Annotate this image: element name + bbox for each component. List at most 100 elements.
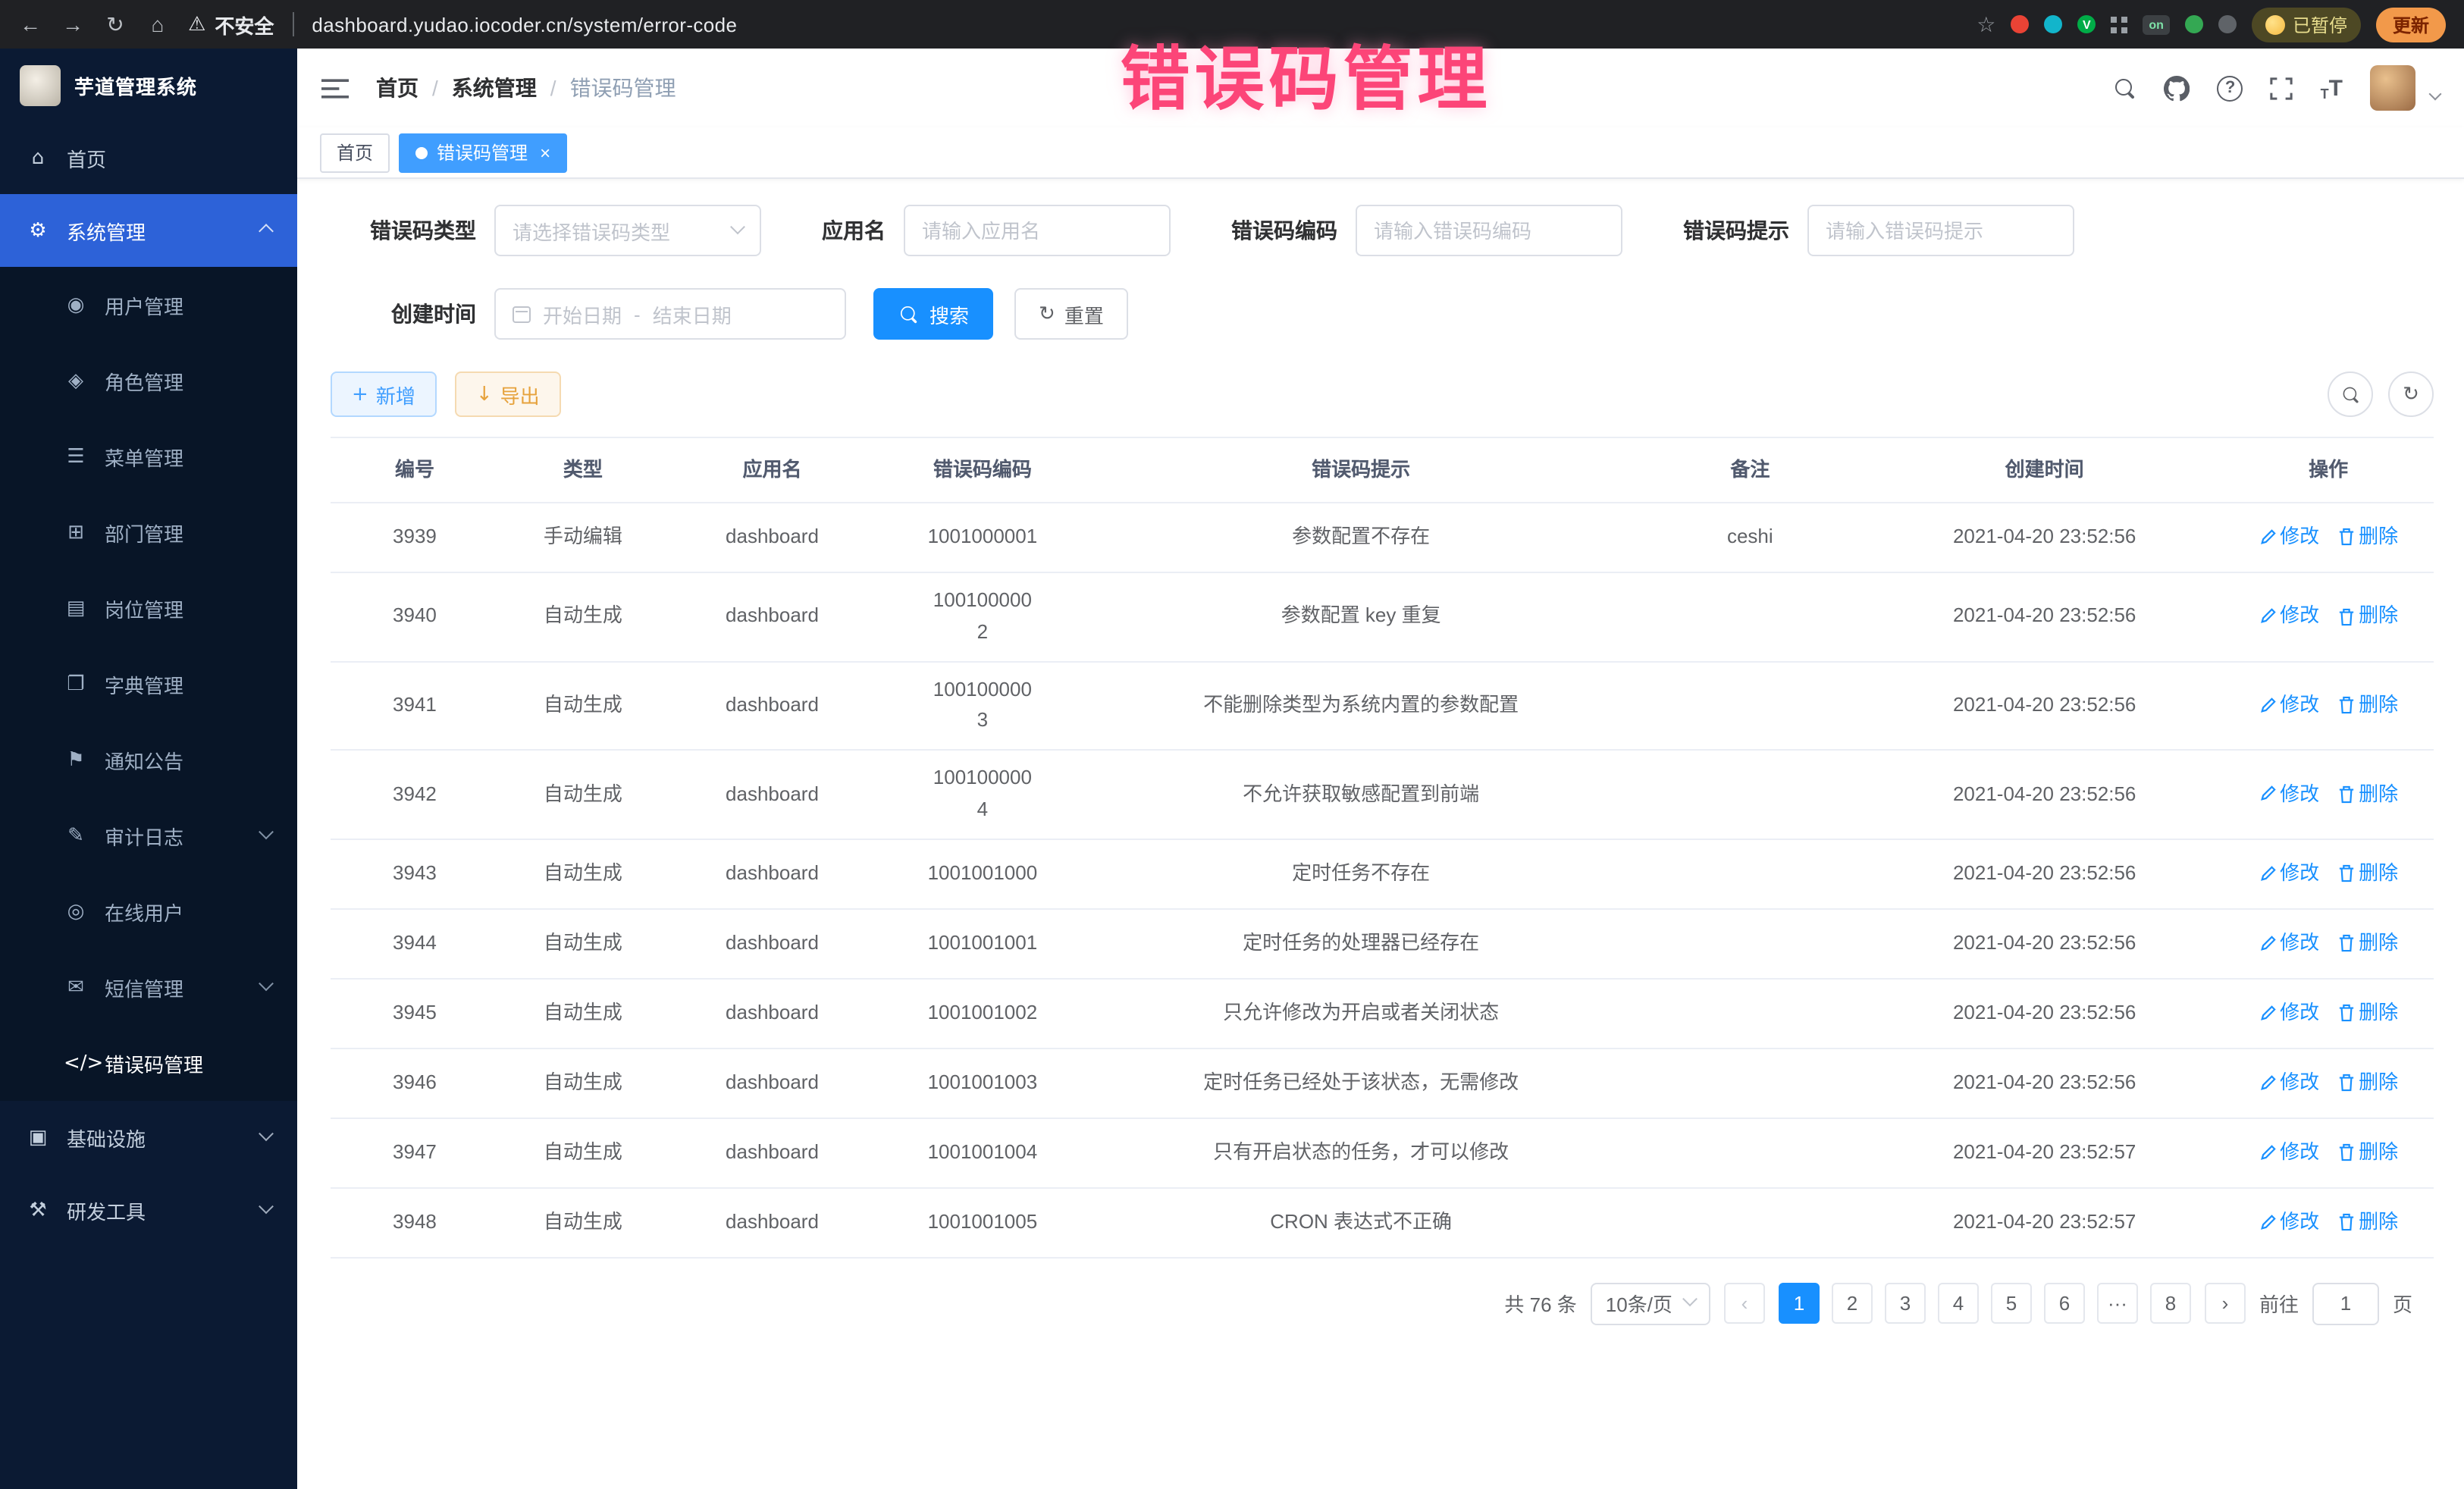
export-button[interactable]: ↓ 导出	[455, 371, 561, 417]
edit-link[interactable]: 修改	[2259, 1207, 2319, 1239]
edit-link[interactable]: 修改	[2259, 858, 2319, 890]
close-icon[interactable]: ×	[540, 143, 550, 161]
cell-message: 只有开启状态的任务，才可以修改	[1088, 1125, 1635, 1181]
delete-link[interactable]: 删除	[2337, 1137, 2398, 1169]
page-button-5[interactable]: 5	[1991, 1284, 2032, 1324]
extension-grid-icon[interactable]	[2111, 16, 2127, 33]
sidebar-item-post[interactable]: ▤岗位管理	[0, 570, 297, 646]
table-row: 3942自动生成dashboard100100000 4不允许获取敏感配置到前端…	[331, 751, 2434, 839]
browser-update-button[interactable]: 更新	[2376, 7, 2446, 42]
chevron-left-icon: ‹	[1741, 1293, 1748, 1315]
page-button-8[interactable]: 8	[2150, 1284, 2191, 1324]
reset-button[interactable]: ↻ 重置	[1014, 288, 1128, 340]
breadcrumb-home[interactable]: 首页	[376, 73, 419, 103]
post-icon: ▤	[64, 597, 88, 619]
page-button-3[interactable]: 3	[1885, 1284, 1926, 1324]
home-icon[interactable]: ⌂	[146, 12, 170, 36]
edit-link[interactable]: 修改	[2259, 1137, 2319, 1169]
forward-icon[interactable]: →	[61, 12, 85, 36]
pagination: 共 76 条 10条/页 ‹ 123456···8 › 前往 页	[331, 1283, 2412, 1356]
page-button-6[interactable]: 6	[2044, 1284, 2085, 1324]
sidebar-item-sms[interactable]: ✉短信管理	[0, 949, 297, 1025]
edit-link[interactable]: 修改	[2259, 928, 2319, 960]
error-type-select[interactable]: 请选择错误码类型	[494, 205, 761, 256]
edit-link[interactable]: 修改	[2259, 779, 2319, 810]
date-range-picker[interactable]: 开始日期 - 结束日期	[494, 288, 846, 340]
edit-icon	[2259, 866, 2275, 882]
fullscreen-icon[interactable]	[2271, 77, 2293, 99]
edit-link[interactable]: 修改	[2259, 601, 2319, 633]
chevron-down-icon[interactable]	[2429, 88, 2442, 101]
notice-icon: ⚑	[64, 748, 88, 771]
security-indicator[interactable]: ⚠ 不安全	[188, 10, 274, 39]
breadcrumb-system[interactable]: 系统管理	[452, 73, 537, 103]
goto-page-input[interactable]	[2312, 1283, 2379, 1325]
delete-link[interactable]: 删除	[2337, 522, 2398, 553]
page-button-2[interactable]: 2	[1832, 1284, 1873, 1324]
edit-link[interactable]: 修改	[2259, 1067, 2319, 1099]
reload-icon[interactable]: ↻	[103, 11, 127, 37]
delete-link[interactable]: 删除	[2337, 779, 2398, 810]
next-page-button[interactable]: ›	[2205, 1284, 2246, 1324]
error-code-input[interactable]	[1356, 205, 1622, 256]
sidebar-item-error-code[interactable]: </>错误码管理	[0, 1025, 297, 1101]
delete-link[interactable]: 删除	[2337, 1207, 2398, 1239]
extension-red-icon[interactable]	[2011, 15, 2029, 33]
sidebar-item-notice[interactable]: ⚑通知公告	[0, 722, 297, 798]
address-bar[interactable]: dashboard.yudao.iocoder.cn/system/error-…	[312, 13, 1958, 36]
app-name-input[interactable]	[904, 205, 1171, 256]
sidebar-item-dict[interactable]: ❐字典管理	[0, 646, 297, 722]
app-logo[interactable]: 芋道管理系统	[0, 49, 297, 121]
screen: ← → ↻ ⌂ ⚠ 不安全 dashboard.yudao.iocoder.cn…	[0, 0, 2464, 1489]
sidebar-item-devtools[interactable]: ⚒研发工具	[0, 1174, 297, 1246]
cell-actions: 修改删除	[2223, 1055, 2433, 1111]
sidebar-item-menu[interactable]: ☰菜单管理	[0, 418, 297, 494]
extension-green-v-icon[interactable]: V	[2077, 15, 2096, 33]
sidebar-item-user[interactable]: ◉用户管理	[0, 267, 297, 343]
extension-puzzle-icon[interactable]	[2218, 15, 2237, 33]
add-button[interactable]: + 新增	[331, 371, 437, 417]
github-icon[interactable]	[2165, 75, 2190, 101]
sidebar-item-home[interactable]: ⌂首页	[0, 121, 297, 194]
edit-link[interactable]: 修改	[2259, 998, 2319, 1030]
back-icon[interactable]: ←	[18, 12, 42, 36]
bookmark-star-icon[interactable]: ☆	[1977, 11, 1995, 37]
sidebar-item-dept[interactable]: ⊞部门管理	[0, 494, 297, 570]
cell-message: CRON 表达式不正确	[1088, 1195, 1635, 1251]
delete-link[interactable]: 删除	[2337, 998, 2398, 1030]
sidebar-item-infra[interactable]: ▣基础设施	[0, 1101, 297, 1174]
profile-paused-badge[interactable]: 已暂停	[2252, 7, 2361, 42]
cell-app: dashboard	[667, 1195, 877, 1251]
extension-leaf-icon[interactable]	[2185, 15, 2203, 33]
prev-page-button[interactable]: ‹	[1724, 1284, 1765, 1324]
sidebar-item-online-user[interactable]: ◎在线用户	[0, 873, 297, 949]
font-size-icon[interactable]: TT	[2321, 75, 2343, 101]
delete-link[interactable]: 删除	[2337, 690, 2398, 722]
delete-link[interactable]: 删除	[2337, 601, 2398, 633]
extension-on-badge[interactable]: on	[2143, 14, 2170, 34]
edit-link[interactable]: 修改	[2259, 522, 2319, 553]
page-button-1[interactable]: 1	[1779, 1284, 1820, 1324]
page-size-select[interactable]: 10条/页	[1591, 1283, 1710, 1325]
extension-teal-icon[interactable]	[2044, 15, 2062, 33]
search-button[interactable]: 搜索	[873, 288, 993, 340]
search-icon[interactable]	[2114, 77, 2137, 99]
sidebar-item-audit-log[interactable]: ✎审计日志	[0, 798, 297, 873]
page-button-4[interactable]: 4	[1938, 1284, 1979, 1324]
sidebar-item-role[interactable]: ◈角色管理	[0, 343, 297, 418]
edit-link[interactable]: 修改	[2259, 690, 2319, 722]
user-avatar[interactable]	[2370, 65, 2415, 111]
error-message-input[interactable]	[1807, 205, 2074, 256]
refresh-button[interactable]: ↻	[2388, 371, 2434, 417]
hamburger-icon[interactable]	[321, 77, 349, 99]
tab-home[interactable]: 首页	[320, 133, 390, 172]
page-ellipsis[interactable]: ···	[2097, 1284, 2138, 1324]
page-buttons: 123456 ··· 8	[1779, 1284, 2191, 1324]
help-icon[interactable]: ?	[2218, 75, 2243, 101]
delete-link[interactable]: 删除	[2337, 1067, 2398, 1099]
toggle-search-button[interactable]	[2328, 371, 2373, 417]
sidebar-item-system[interactable]: ⚙系统管理	[0, 194, 297, 267]
delete-link[interactable]: 删除	[2337, 928, 2398, 960]
delete-link[interactable]: 删除	[2337, 858, 2398, 890]
tab-error-code[interactable]: 错误码管理 ×	[399, 133, 567, 172]
